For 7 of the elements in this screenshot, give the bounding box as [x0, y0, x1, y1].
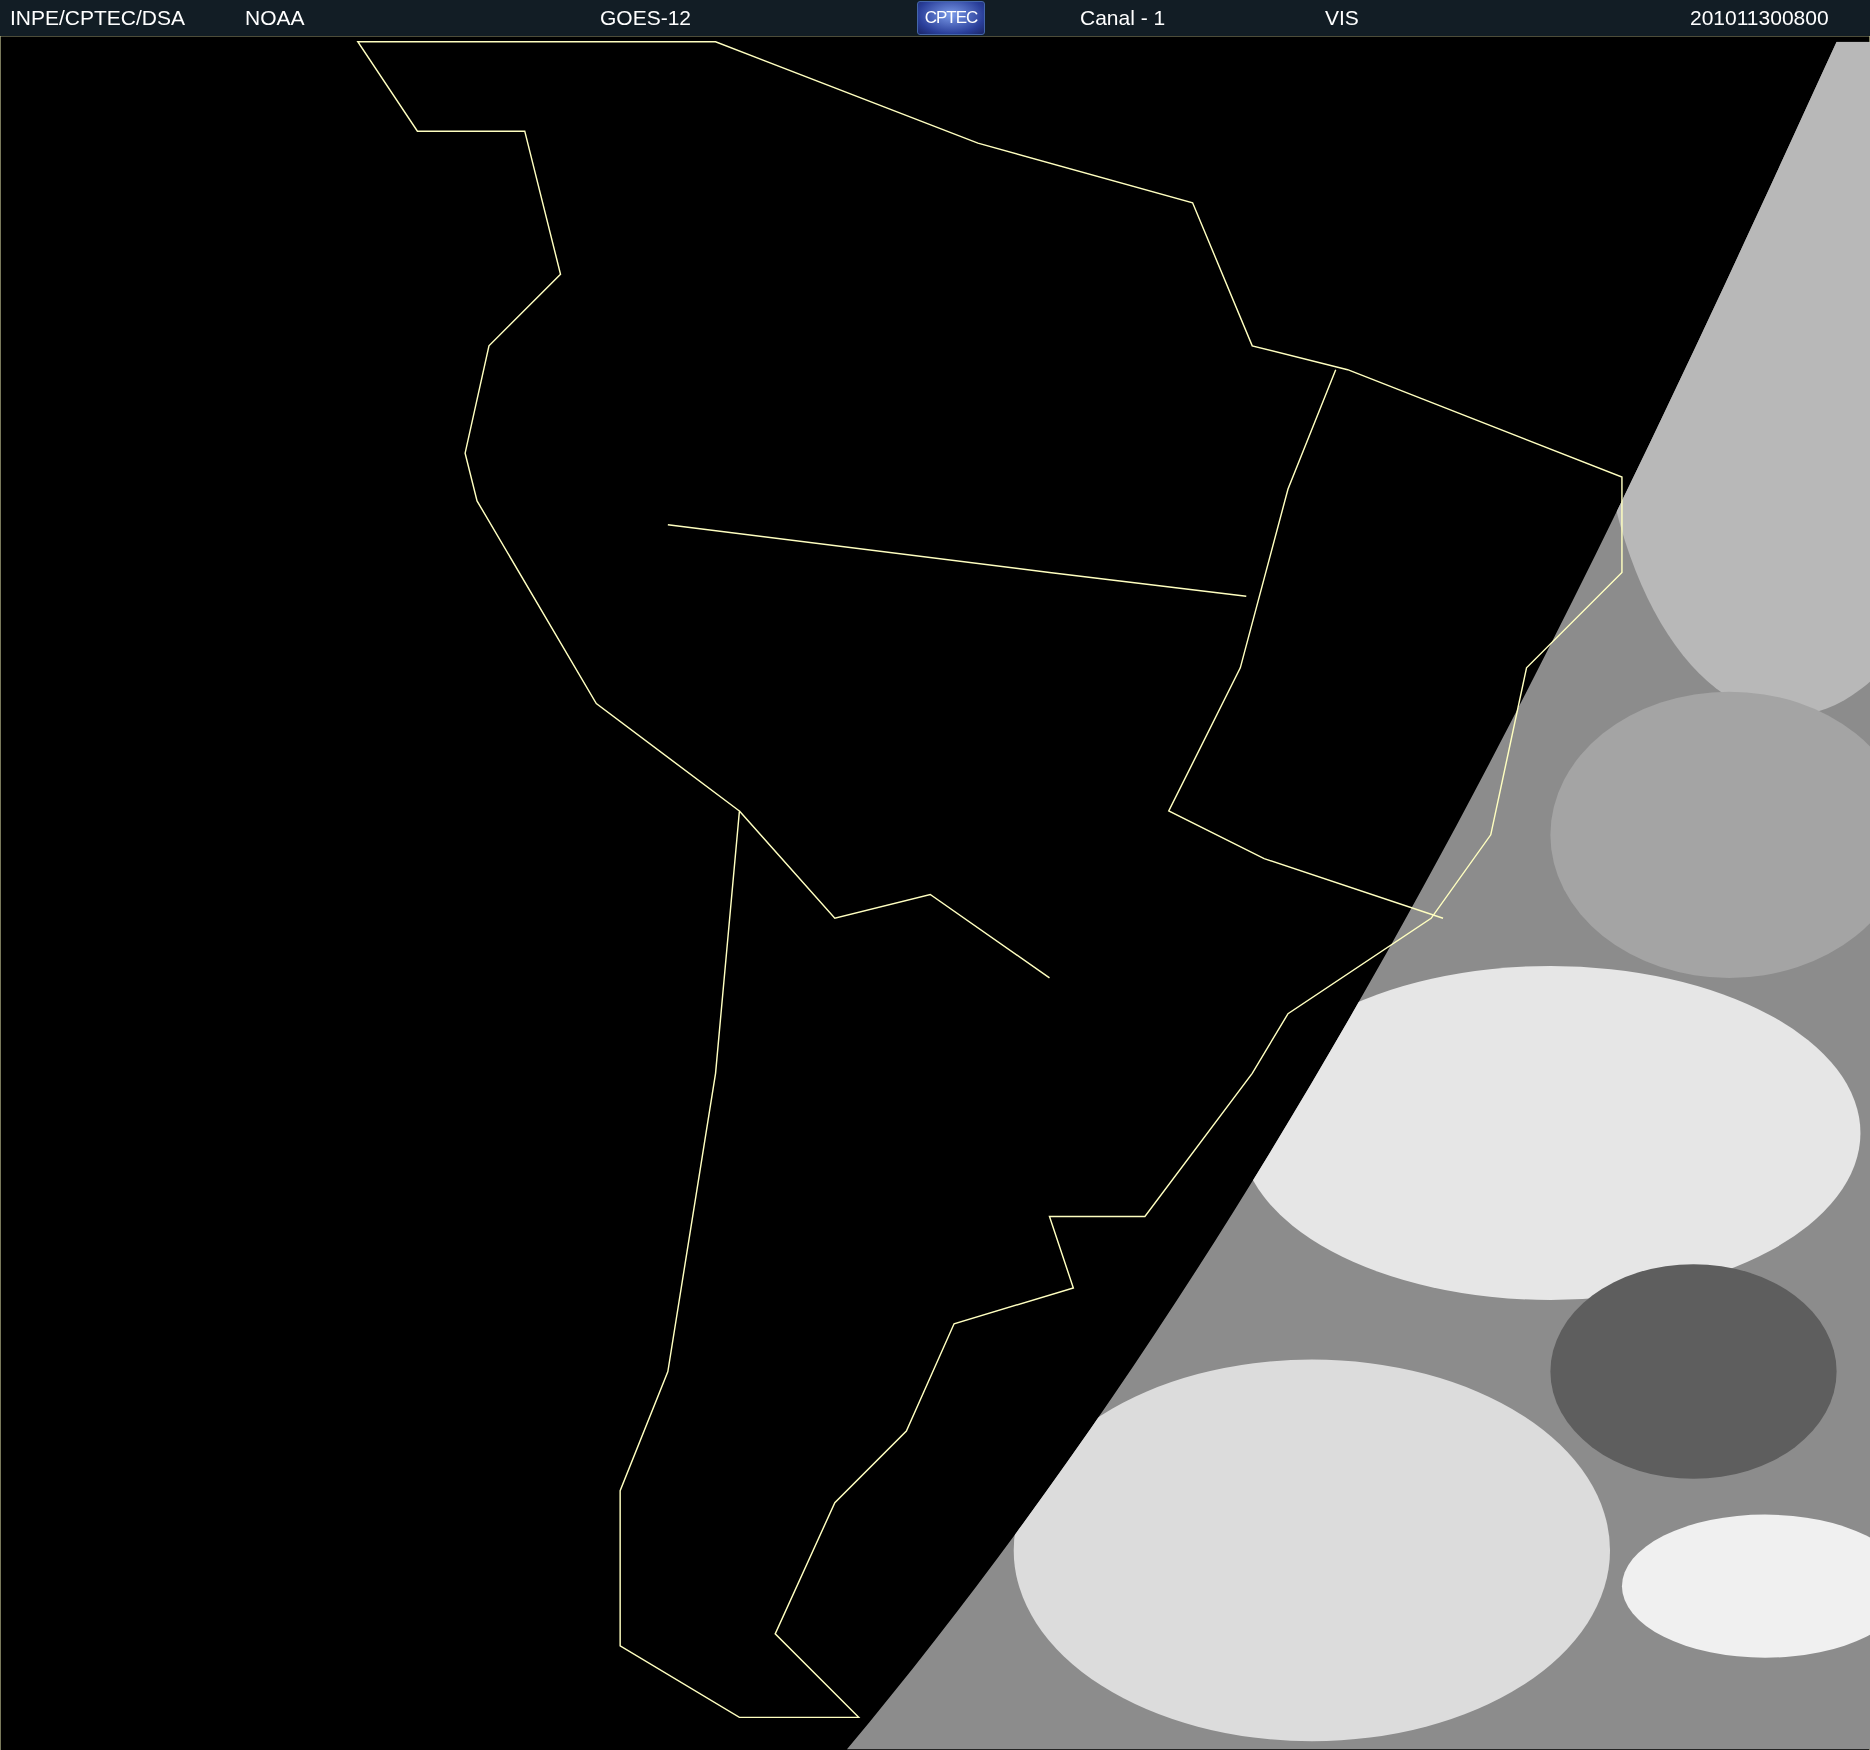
header-label: 201011300800: [1690, 6, 1829, 30]
header-label: Canal - 1: [1080, 6, 1166, 30]
header-label: GOES-12: [600, 6, 692, 30]
header-label: INPE/CPTEC/DSA: [10, 6, 186, 30]
header-label: NOAA: [245, 6, 305, 30]
header-label: VIS: [1325, 6, 1359, 30]
logo: CPTEC: [917, 1, 985, 35]
